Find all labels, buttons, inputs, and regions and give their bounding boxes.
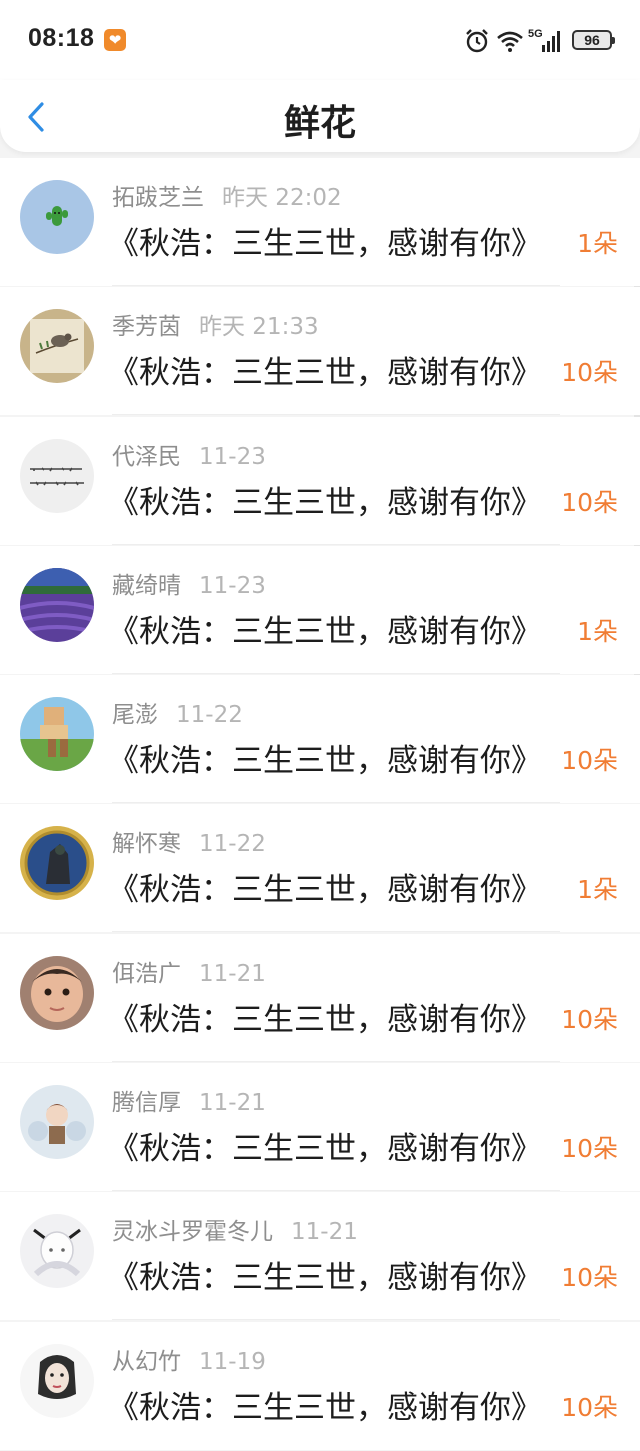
svg-text:5G: 5G xyxy=(528,28,543,40)
divider xyxy=(112,802,560,804)
badge-avatar[interactable] xyxy=(20,826,94,901)
list-item[interactable]: 解怀寒 11-22 《秋浩：三生三世，感谢有你》 1朵 xyxy=(0,804,640,933)
list-item[interactable]: 腾信厚 11-21 《秋浩：三生三世，感谢有你》 10朵 xyxy=(0,1063,640,1192)
book-title: 《秋浩：三生三世，感谢有你》 xyxy=(108,1001,542,1038)
taobao-badge-icon: ❤ xyxy=(104,29,126,51)
flower-count: 1朵 xyxy=(577,616,618,646)
send-date: 11-21 xyxy=(199,960,266,987)
calligraphy-avatar[interactable] xyxy=(20,438,94,513)
baby-avatar[interactable] xyxy=(20,955,94,1030)
sender-name: 拓跋芝兰 昨天 22:02 xyxy=(112,185,342,211)
sender-name: 尾澎 11-22 xyxy=(112,702,243,729)
sender-name: 代泽民 11-23 xyxy=(112,443,266,470)
flower-count: 1朵 xyxy=(577,229,618,258)
status-time: 08:18 xyxy=(28,24,95,52)
sender-name: 解怀寒 11-22 xyxy=(112,831,266,858)
white-hair-avatar[interactable] xyxy=(20,1214,94,1289)
flower-count: 10朵 xyxy=(561,1004,618,1034)
divider xyxy=(112,672,560,674)
book-title: 《秋浩：三生三世，感谢有你》 xyxy=(108,1389,542,1426)
wifi-icon xyxy=(497,31,523,52)
divider xyxy=(112,931,560,933)
list-item[interactable]: 季芳茵 昨天 21:33 《秋浩：三生三世，感谢有你》 10朵 xyxy=(0,287,640,416)
list-item[interactable]: 从幻竹 11-19 《秋浩：三生三世，感谢有你》 10朵 xyxy=(0,1321,640,1450)
send-date: 11-22 xyxy=(176,702,243,729)
sender-name: 藏绮晴 11-23 xyxy=(112,572,266,599)
list-item[interactable]: 拓跋芝兰 昨天 22:02 《秋浩：三生三世，感谢有你》 1朵 xyxy=(0,158,640,286)
flower-count: 10朵 xyxy=(561,358,618,388)
send-date: 11-23 xyxy=(199,572,266,599)
list-item[interactable]: 尾澎 11-22 《秋浩：三生三世，感谢有你》 10朵 xyxy=(0,675,640,804)
book-title: 《秋浩：三生三世，感谢有你》 xyxy=(108,1131,542,1168)
sender-name: 腾信厚 11-21 xyxy=(112,1090,266,1117)
divider xyxy=(112,1190,560,1192)
divider xyxy=(112,285,560,286)
battery-indicator: 96 xyxy=(572,30,615,50)
blocky-avatar[interactable] xyxy=(20,697,94,772)
list-item[interactable]: 藏绮晴 11-23 《秋浩：三生三世，感谢有你》 1朵 xyxy=(0,545,640,674)
divider xyxy=(112,414,560,416)
flower-count: 10朵 xyxy=(561,746,618,776)
flower-count: 10朵 xyxy=(561,1263,618,1293)
page-title: 鲜花 xyxy=(283,103,356,144)
page-header: 鲜花 xyxy=(0,80,640,152)
divider xyxy=(112,1060,560,1062)
divider xyxy=(112,543,560,545)
list-item[interactable]: 佴浩广 11-21 《秋浩：三生三世，感谢有你》 10朵 xyxy=(0,933,640,1062)
cactus-avatar[interactable] xyxy=(20,180,94,254)
status-bar: 08:18 ❤ 5G 96 xyxy=(0,0,640,80)
lavender-avatar[interactable] xyxy=(20,567,94,642)
sender-name: 佴浩广 11-21 xyxy=(112,960,266,987)
send-date: 昨天 21:33 xyxy=(199,314,319,341)
send-date: 11-23 xyxy=(199,443,266,470)
flower-count: 1朵 xyxy=(577,875,618,905)
book-title: 《秋浩：三生三世，感谢有你》 xyxy=(108,743,542,780)
sketch-girl-avatar[interactable] xyxy=(20,1343,94,1418)
flower-count: 10朵 xyxy=(561,1134,618,1164)
book-title: 《秋浩：三生三世，感谢有你》 xyxy=(108,484,542,521)
flower-count: 10朵 xyxy=(561,1392,618,1422)
flower-gift-list: 拓跋芝兰 昨天 22:02 《秋浩：三生三世，感谢有你》 1朵 季芳茵 昨天 21:… xyxy=(0,158,640,1451)
sender-name: 从幻竹 11-19 xyxy=(112,1348,266,1375)
flower-count: 10朵 xyxy=(561,487,618,517)
send-date: 11-19 xyxy=(199,1348,266,1375)
signal-5g-icon: 5G xyxy=(528,28,560,52)
send-date: 11-21 xyxy=(291,1219,358,1246)
divider xyxy=(112,1319,560,1321)
status-icons: 5G 96 xyxy=(464,24,615,56)
sender-name: 季芳茵 昨天 21:33 xyxy=(112,314,319,341)
anime-doll-avatar[interactable] xyxy=(20,1085,94,1160)
send-date: 昨天 22:02 xyxy=(222,185,342,211)
book-title: 《秋浩：三生三世，感谢有你》 xyxy=(108,613,542,650)
sender-name: 灵冰斗罗霍冬儿 11-21 xyxy=(112,1219,358,1246)
list-item[interactable]: 灵冰斗罗霍冬儿 11-21 《秋浩：三生三世，感谢有你》 10朵 xyxy=(0,1192,640,1321)
bird-painting-avatar[interactable] xyxy=(20,309,94,384)
book-title: 《秋浩：三生三世，感谢有你》 xyxy=(108,226,542,262)
book-title: 《秋浩：三生三世，感谢有你》 xyxy=(108,872,542,909)
alarm-icon xyxy=(466,29,488,53)
book-title: 《秋浩：三生三世，感谢有你》 xyxy=(108,355,542,392)
send-date: 11-22 xyxy=(199,831,266,858)
send-date: 11-21 xyxy=(199,1090,266,1117)
book-title: 《秋浩：三生三世，感谢有你》 xyxy=(108,1260,542,1297)
list-item[interactable]: 代泽民 11-23 《秋浩：三生三世，感谢有你》 10朵 xyxy=(0,416,640,545)
